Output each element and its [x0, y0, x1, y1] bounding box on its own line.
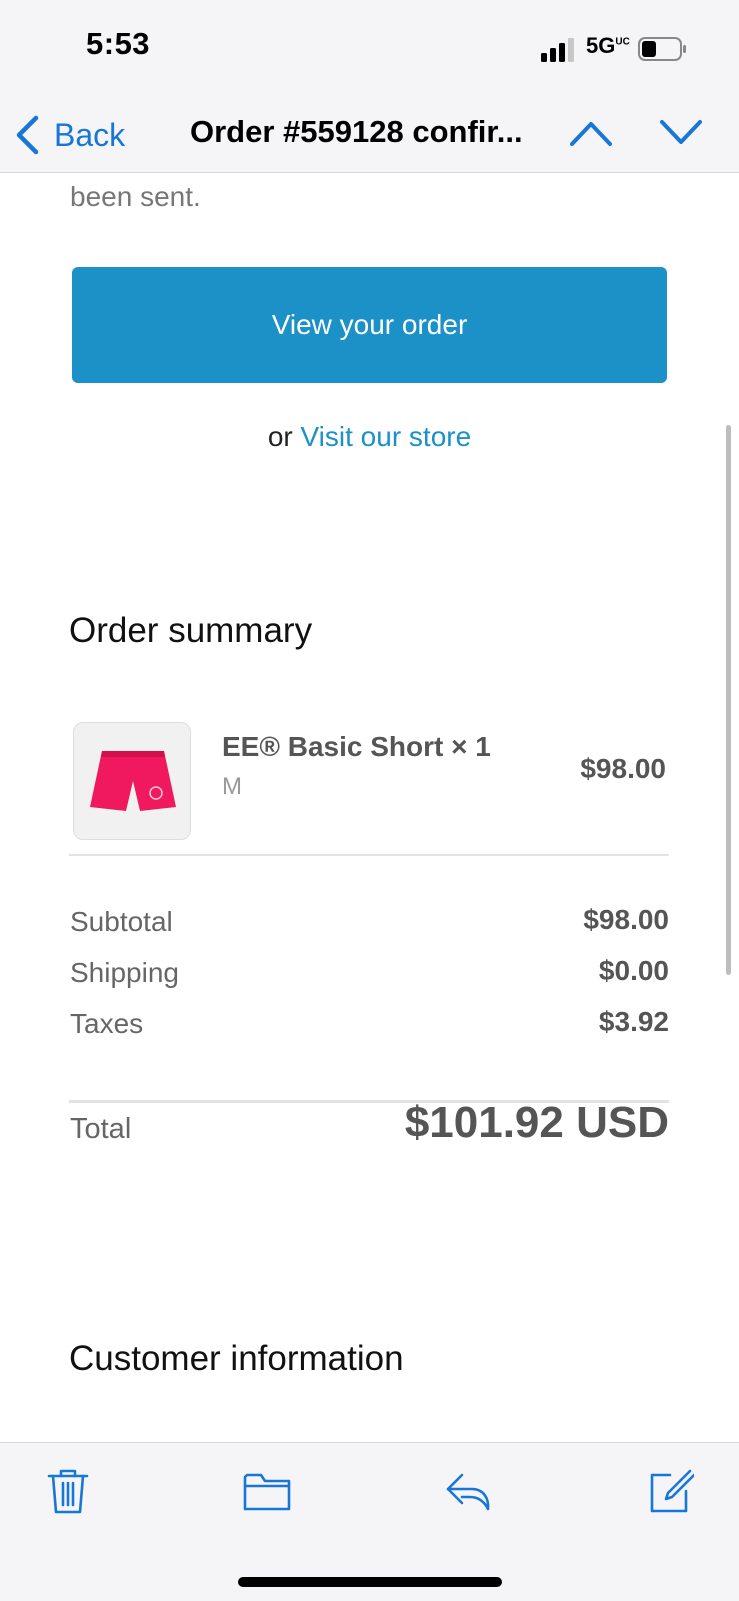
pink-shorts-image — [90, 751, 176, 811]
reply-icon[interactable] — [444, 1467, 492, 1515]
divider — [69, 854, 669, 856]
status-time: 5:53 — [86, 26, 151, 61]
mail-nav-bar: Back Order #559128 confir... — [0, 100, 739, 173]
visit-store-line: or Visit our store — [0, 421, 739, 453]
mail-toolbar — [0, 1442, 739, 1601]
home-indicator[interactable] — [238, 1577, 502, 1587]
visit-store-link[interactable]: Visit our store — [301, 421, 472, 452]
total-value: $101.92 USD — [404, 1098, 669, 1147]
back-button[interactable]: Back — [14, 110, 125, 160]
product-name: EE® Basic Short × 1 — [222, 731, 491, 762]
battery-icon — [638, 37, 686, 61]
signal-icon — [541, 38, 574, 62]
taxes-label: Taxes — [70, 1008, 144, 1039]
view-order-button[interactable]: View your order — [72, 267, 667, 383]
compose-icon[interactable] — [646, 1467, 694, 1515]
network-indicator: 5GUC — [586, 33, 630, 59]
network-sup: UC — [615, 36, 630, 48]
status-bar: 5:53 5GUC — [0, 0, 739, 100]
network-type: 5G — [586, 33, 616, 58]
scrollbar[interactable] — [726, 425, 731, 975]
product-price: $98.00 — [580, 753, 666, 784]
chevron-up-icon[interactable] — [568, 114, 614, 150]
total-label: Total — [70, 1113, 132, 1145]
shipping-value: $0.00 — [598, 955, 669, 986]
order-summary-title: Order summary — [69, 611, 313, 650]
message-subject-title: Order #559128 confir... — [190, 114, 523, 149]
customer-information-title: Customer information — [69, 1339, 404, 1378]
chevron-down-icon[interactable] — [658, 114, 704, 150]
shipping-label: Shipping — [70, 957, 179, 988]
trash-icon[interactable] — [44, 1467, 92, 1515]
folder-icon[interactable] — [243, 1467, 291, 1515]
back-label: Back — [54, 116, 126, 153]
or-text: or — [267, 421, 293, 452]
view-order-label: View your order — [271, 309, 468, 340]
chevron-left-icon — [16, 115, 39, 155]
product-variant: M — [222, 773, 242, 800]
intro-text: been sent. — [70, 181, 201, 212]
product-thumbnail[interactable] — [73, 722, 191, 840]
email-body[interactable]: been sent. View your order or Visit our … — [0, 173, 739, 1442]
subtotal-value: $98.00 — [583, 904, 669, 935]
taxes-value: $3.92 — [598, 1006, 669, 1037]
subtotal-label: Subtotal — [70, 906, 173, 937]
